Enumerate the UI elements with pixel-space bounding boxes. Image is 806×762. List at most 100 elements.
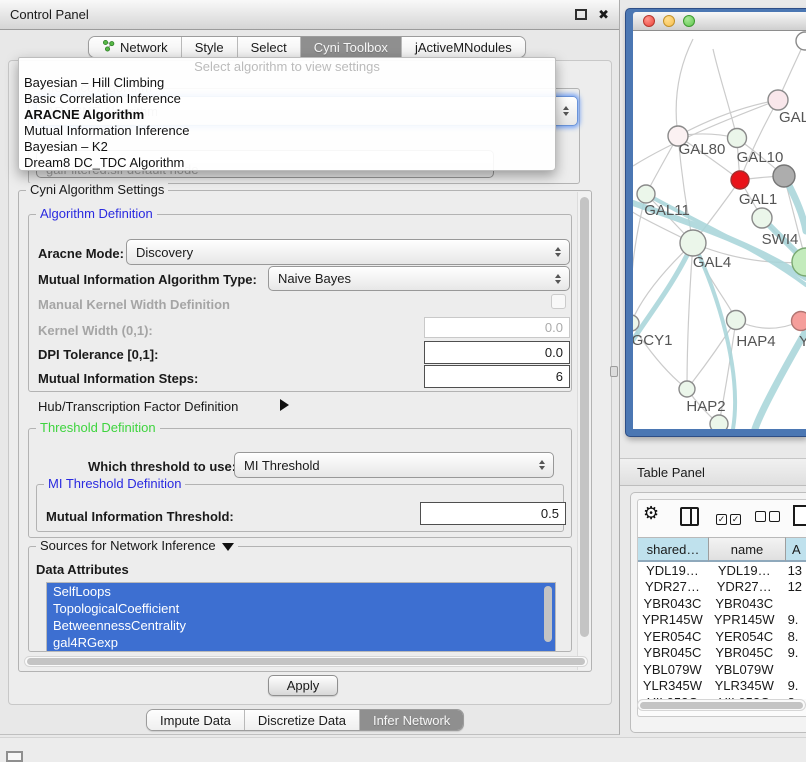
cell-name[interactable]: YDR27…	[707, 579, 782, 594]
popup-item-dream8[interactable]: Dream8 DC_TDC Algorithm	[19, 155, 555, 171]
node-gal10[interactable]	[728, 129, 747, 148]
cell-name[interactable]: YBL079W	[707, 662, 782, 677]
mi-threshold-field[interactable]: 0.5	[420, 502, 566, 525]
cell-value[interactable]: 8.	[782, 629, 806, 644]
gear-icon[interactable]: ⚙	[643, 504, 659, 522]
settings-scrollbar-thumb[interactable]	[580, 197, 589, 637]
panel-splitter-handle[interactable]	[610, 366, 618, 377]
table-row[interactable]: YPR145W YPR145W 9.	[638, 612, 806, 629]
attributes-scrollbar-thumb[interactable]	[544, 586, 552, 642]
table-row[interactable]: YER054C YER054C 8.	[638, 628, 806, 645]
table-hscrollbar-thumb[interactable]	[640, 702, 803, 709]
tab-impute-data[interactable]: Impute Data	[147, 710, 244, 730]
cell-value[interactable]: 13	[782, 563, 806, 578]
bottom-strip	[0, 737, 806, 762]
cell-value[interactable]: 9.	[782, 645, 806, 660]
popup-item-bayesian-hill[interactable]: Bayesian – Hill Climbing	[19, 75, 555, 91]
node-swi4[interactable]	[752, 208, 772, 228]
cell-name[interactable]: YDL19…	[707, 563, 782, 578]
node-hap2[interactable]	[679, 381, 695, 397]
node-salmon[interactable]	[792, 312, 806, 331]
cell-name[interactable]: YER054C	[707, 629, 782, 644]
mi-algorithm-type-combo[interactable]: Naive Bayes	[268, 266, 570, 291]
algorithm-dropdown-popup: Select algorithm to view settings Bayesi…	[18, 57, 556, 171]
network-canvas[interactable]: GAL GAL80 GAL10 GAL1 GAL11 SWI4 GAL4 GCY…	[633, 31, 806, 429]
popup-item-bayesian-k2[interactable]: Bayesian – K2	[19, 139, 555, 155]
table-row[interactable]: YLR345W YLR345W 9.	[638, 678, 806, 695]
close-icon[interactable]: ✖	[598, 8, 609, 21]
node-label-hap4: HAP4	[736, 333, 775, 350]
list-item-betweennesscentrality[interactable]: BetweennessCentrality	[47, 617, 555, 634]
minimized-panel-icon[interactable]	[6, 751, 23, 762]
node-gray[interactable]	[773, 165, 795, 187]
node-gal1-red[interactable]	[731, 171, 749, 189]
column-header-shared-name[interactable]: shared…	[638, 537, 709, 562]
table-row[interactable]: YBR045C YBR045C 9.	[638, 645, 806, 662]
collapse-down-arrow-icon[interactable]	[222, 543, 234, 551]
column-header-clipped[interactable]: A	[786, 537, 806, 562]
node-hap4[interactable]	[727, 311, 746, 330]
table-row[interactable]: YBL079W YBL079W	[638, 661, 806, 678]
cell-shared[interactable]: YER054C	[638, 629, 707, 644]
cell-shared[interactable]: YDR27…	[638, 579, 707, 594]
settings-hscrollbar-thumb[interactable]	[27, 658, 585, 665]
aracne-mode-label: Aracne Mode:	[38, 246, 124, 261]
split-columns-icon[interactable]	[680, 507, 699, 526]
select-columns-checked-icon[interactable]: ✓✓	[716, 510, 744, 525]
tab-cyni-toolbox[interactable]: Cyni Toolbox	[300, 37, 401, 57]
cell-shared[interactable]: YBL079W	[638, 662, 707, 677]
tab-jactivemnodules[interactable]: jActiveMNodules	[401, 37, 525, 57]
tab-network[interactable]: Network	[89, 37, 181, 57]
cell-name[interactable]: YBR043C	[707, 596, 782, 611]
tab-style[interactable]: Style	[181, 37, 237, 57]
cell-value[interactable]: 9.	[782, 612, 806, 627]
which-threshold-combo[interactable]: MI Threshold	[234, 452, 554, 478]
combo-arrows-icon	[555, 247, 561, 257]
float-window-icon[interactable]	[575, 9, 587, 20]
minimize-traffic-light-icon[interactable]	[663, 15, 675, 27]
table-row[interactable]: YDR27… YDR27… 12	[638, 579, 806, 596]
which-threshold-value: MI Threshold	[244, 458, 320, 473]
network-window-titlebar[interactable]	[633, 12, 806, 31]
node-unlabeled-top[interactable]	[796, 32, 806, 50]
popup-item-mutual-information[interactable]: Mutual Information Inference	[19, 123, 555, 139]
network-graph[interactable]: GAL GAL80 GAL10 GAL1 GAL11 SWI4 GAL4 GCY…	[633, 31, 806, 429]
cell-shared[interactable]: YBR043C	[638, 596, 707, 611]
column-header-name[interactable]: name	[709, 537, 786, 562]
node-bottom-partial[interactable]	[710, 415, 728, 429]
mi-steps-field[interactable]: 6	[424, 365, 570, 388]
cell-shared[interactable]: YLR345W	[638, 678, 707, 693]
dpi-tolerance-field[interactable]: 0.0	[424, 341, 570, 364]
aracne-mode-combo[interactable]: Discovery	[126, 239, 570, 265]
apply-button[interactable]: Apply	[268, 675, 338, 696]
document-icon[interactable]	[793, 505, 806, 526]
popup-item-basic-correlation[interactable]: Basic Correlation Inference	[19, 91, 555, 107]
tab-infer-network[interactable]: Infer Network	[359, 710, 463, 730]
node-gal11[interactable]	[637, 185, 655, 203]
hub-definition-label[interactable]: Hub/Transcription Factor Definition	[38, 399, 238, 414]
cell-value[interactable]: 9.	[782, 678, 806, 693]
cell-name[interactable]: YBR045C	[707, 645, 782, 660]
combo-arrows-icon	[555, 274, 561, 284]
expand-right-arrow-icon[interactable]	[280, 399, 289, 411]
tab-select[interactable]: Select	[237, 37, 300, 57]
tab-discretize-data[interactable]: Discretize Data	[244, 710, 359, 730]
list-item-topologicalcoefficient[interactable]: TopologicalCoefficient	[47, 600, 555, 617]
select-columns-unchecked-icon[interactable]	[755, 510, 783, 525]
cell-shared[interactable]: YDL19…	[638, 563, 707, 578]
table-row[interactable]: YDL19… YDL19… 13	[638, 562, 806, 579]
list-item-selfloops[interactable]: SelfLoops	[47, 583, 555, 600]
node-gal-pink[interactable]	[768, 90, 788, 110]
mi-threshold-label: Mutual Information Threshold:	[46, 509, 234, 524]
table-row[interactable]: YBR043C YBR043C	[638, 595, 806, 612]
cell-name[interactable]: YPR145W	[707, 612, 782, 627]
cell-shared[interactable]: YBR045C	[638, 645, 707, 660]
list-item-gal4rgexp[interactable]: gal4RGexp	[47, 634, 555, 651]
node-gal4[interactable]	[680, 230, 706, 256]
zoom-traffic-light-icon[interactable]	[683, 15, 695, 27]
cell-value[interactable]: 12	[782, 579, 806, 594]
cell-shared[interactable]: YPR145W	[638, 612, 707, 627]
close-traffic-light-icon[interactable]	[643, 15, 655, 27]
popup-item-aracne[interactable]: ARACNE Algorithm	[19, 107, 555, 123]
cell-name[interactable]: YLR345W	[707, 678, 782, 693]
